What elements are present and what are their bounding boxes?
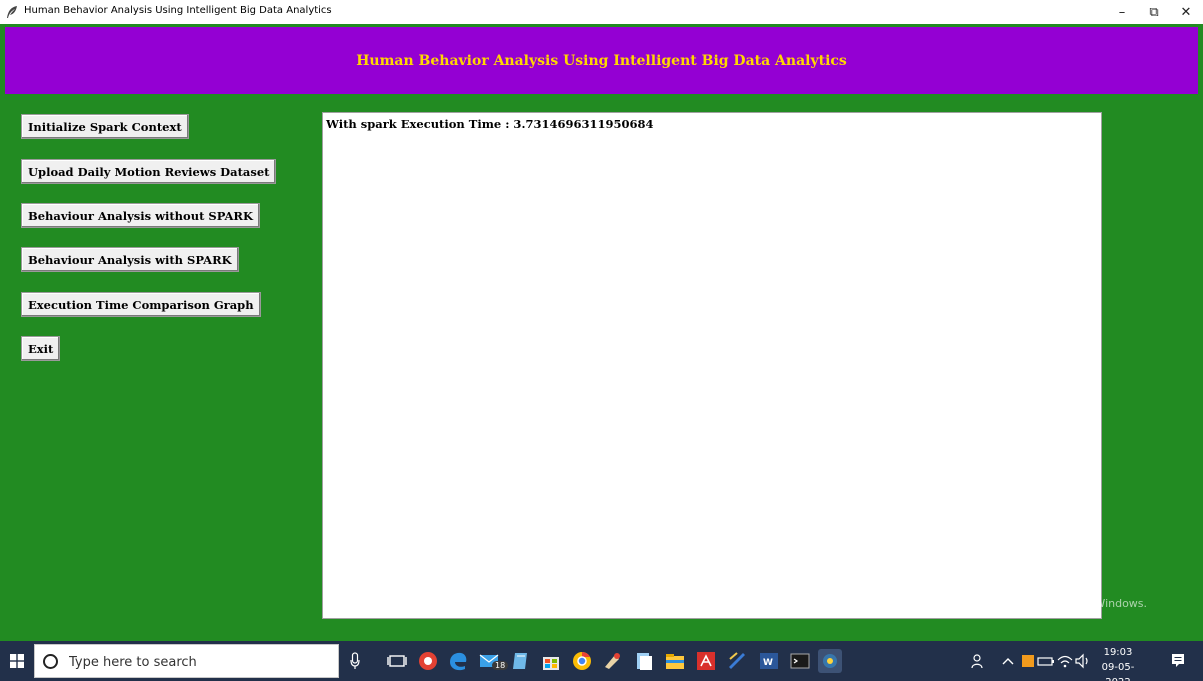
output-text: With spark Execution Time : 3.7314696311… (326, 117, 654, 131)
chrome-icon[interactable] (416, 649, 440, 673)
taskbar: 18 W (0, 641, 1203, 681)
output-text-area[interactable]: With spark Execution Time : 3.7314696311… (322, 112, 1102, 619)
start-button[interactable] (0, 641, 34, 681)
analysis-without-spark-button[interactable]: Behaviour Analysis without SPARK (21, 203, 260, 228)
files-icon[interactable] (632, 649, 656, 673)
file-explorer-icon[interactable] (663, 649, 687, 673)
header-banner: Human Behavior Analysis Using Intelligen… (5, 27, 1198, 94)
minimize-button[interactable]: – (1106, 0, 1138, 24)
mail-icon[interactable]: 18 (478, 649, 509, 673)
python-idle-icon[interactable] (725, 649, 749, 673)
upload-dataset-button[interactable]: Upload Daily Motion Reviews Dataset (21, 159, 277, 184)
app-window: Human Behavior Analysis Using Intelligen… (0, 24, 1203, 641)
word-icon[interactable]: W (757, 649, 781, 673)
comparison-graph-button[interactable]: Execution Time Comparison Graph (21, 292, 261, 317)
initialize-spark-button[interactable]: Initialize Spark Context (21, 114, 189, 139)
notification-icon[interactable] (1170, 652, 1186, 670)
acrobat-icon[interactable] (694, 649, 718, 673)
taskbar-search[interactable] (34, 644, 339, 678)
windows-logo-icon (10, 654, 24, 668)
paint-icon[interactable] (601, 649, 625, 673)
banner-title: Human Behavior Analysis Using Intelligen… (356, 52, 847, 69)
notepad-icon[interactable] (509, 649, 533, 673)
window-titlebar: Human Behavior Analysis Using Intelligen… (0, 0, 1203, 24)
terminal-icon[interactable] (788, 649, 812, 673)
search-input[interactable] (69, 652, 309, 672)
clock-date: 09-05-2022 (1101, 662, 1135, 681)
people-icon[interactable] (967, 649, 991, 673)
edge-icon[interactable] (446, 649, 470, 673)
system-clock[interactable]: 19:03 09-05-2022 (1093, 645, 1143, 681)
analysis-with-spark-button[interactable]: Behaviour Analysis with SPARK (21, 247, 239, 272)
close-button[interactable]: ✕ (1170, 0, 1202, 24)
store-icon[interactable] (539, 649, 563, 673)
svg-text:W: W (763, 658, 773, 668)
window-title: Human Behavior Analysis Using Intelligen… (24, 5, 332, 16)
volume-icon[interactable] (1071, 649, 1095, 673)
restore-button[interactable]: ⧉ (1138, 0, 1170, 24)
clock-time: 19:03 (1103, 647, 1133, 658)
feather-icon (7, 6, 17, 18)
python-active-icon[interactable] (818, 649, 842, 673)
exit-button[interactable]: Exit (21, 336, 61, 361)
chrome-color-icon[interactable] (570, 649, 594, 673)
task-view-icon[interactable] (385, 649, 409, 673)
microphone-icon[interactable] (350, 652, 360, 670)
cortana-icon (43, 654, 58, 669)
mail-badge: 18 (492, 661, 509, 670)
